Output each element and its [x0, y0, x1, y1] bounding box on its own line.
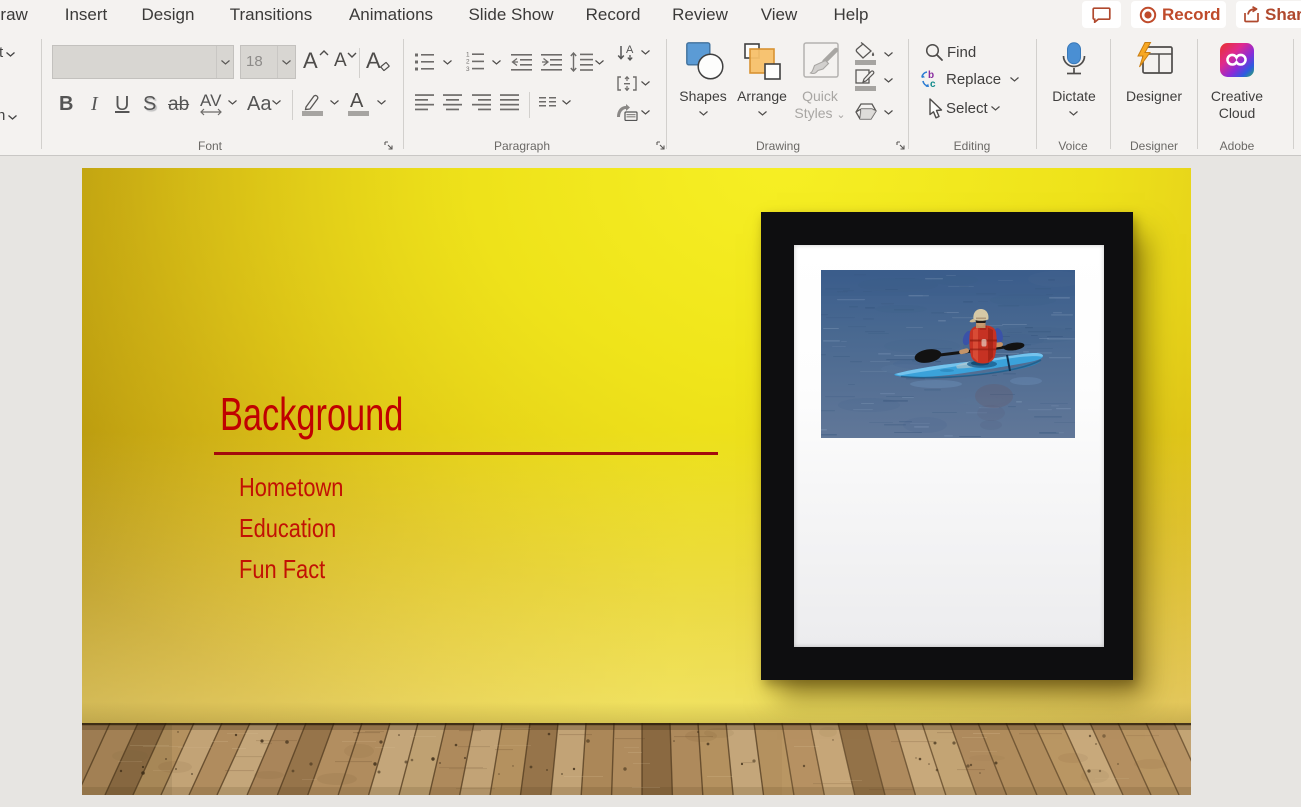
svg-text:c: c [930, 79, 936, 89]
svg-text:A: A [626, 44, 634, 56]
svg-text:3: 3 [466, 66, 470, 72]
svg-text:1: 1 [466, 51, 470, 58]
svg-text:2: 2 [466, 59, 470, 66]
